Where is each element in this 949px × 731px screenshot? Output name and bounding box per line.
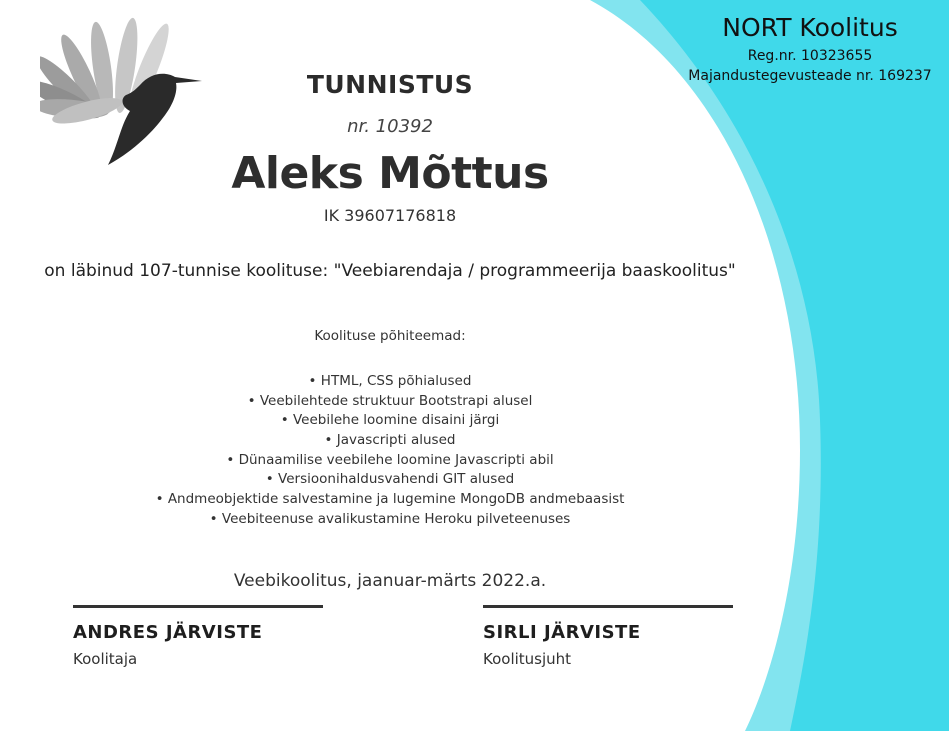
- recipient-id-code: IK 39607176818: [323, 206, 457, 225]
- list-item: • Javascripti alused: [324, 432, 456, 449]
- list-item: • Versioonihaldusvahendi GIT alused: [265, 471, 515, 488]
- signer-name-right: SIRLI JÄRVISTE: [483, 622, 641, 643]
- certificate-title: TUNNISTUS: [306, 70, 474, 99]
- list-item: • Veebilehe loomine disaini järgi: [280, 412, 500, 429]
- topics-heading: Koolituse põhiteemad:: [314, 328, 466, 344]
- signer-role-left: Koolitaja: [73, 650, 138, 668]
- signer-role-right: Koolitusjuht: [483, 650, 572, 668]
- recipient-name: Aleks Mõttus: [231, 148, 549, 199]
- list-item: • Veebilehtede struktuur Bootstrapi alus…: [247, 392, 533, 409]
- list-item: • HTML, CSS põhialused: [308, 373, 472, 389]
- training-period: Veebikoolitus, jaanuar-märts 2022.a.: [233, 571, 547, 591]
- organization-name: NORT Koolitus: [722, 13, 898, 42]
- signature-line-right: [483, 605, 733, 608]
- list-item: • Andmeobjektide salvestamine ja lugemin…: [155, 491, 625, 508]
- organization-reg-number: Reg.nr. 10323655: [747, 48, 873, 64]
- completion-statement: on läbinud 107-tunnise koolituse: "Veebi…: [44, 261, 736, 281]
- list-item: • Dünaamilise veebilehe loomine Javascri…: [226, 451, 554, 468]
- list-item: • Veebiteenuse avalikustamine Heroku pil…: [209, 510, 571, 527]
- topics-list: • HTML, CSS põhialused • Veebilehtede st…: [40, 372, 740, 530]
- signature-line-left: [73, 605, 323, 608]
- signer-name-left: ANDRES JÄRVISTE: [73, 622, 263, 643]
- certificate-number: nr. 10392: [347, 116, 433, 137]
